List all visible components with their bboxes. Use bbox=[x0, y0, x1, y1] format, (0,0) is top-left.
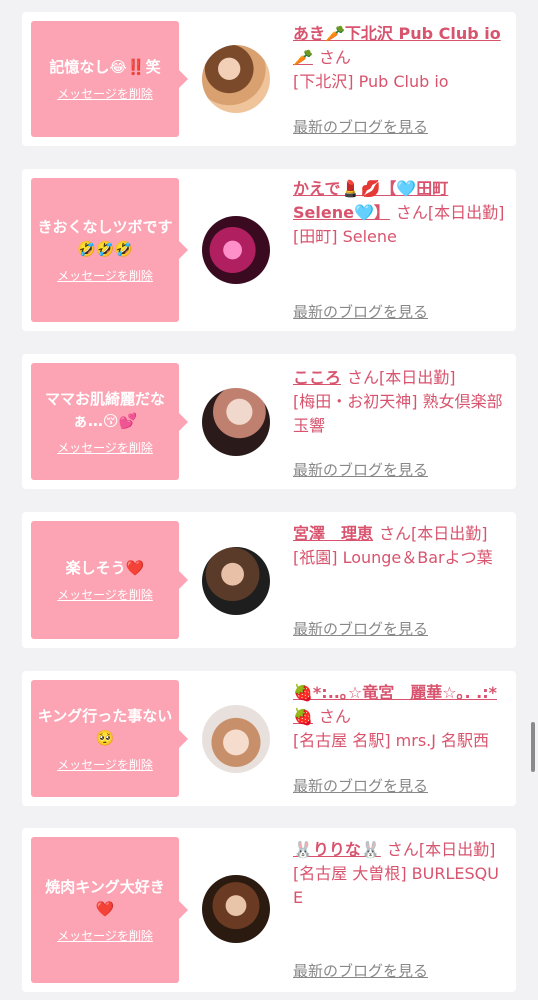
san-label: さん bbox=[347, 368, 380, 387]
latest-blog-link[interactable]: 最新のブログを見る bbox=[293, 301, 428, 322]
message-bubble: きおくなしツボです🤣🤣🤣 メッセージを削除 bbox=[31, 178, 188, 322]
avatar[interactable] bbox=[202, 875, 270, 943]
store-text: [名古屋 大曽根] BURLESQUE bbox=[293, 864, 499, 907]
message-bubble: ママお肌綺麗だなぁ…😚💕 メッセージを削除 bbox=[31, 363, 188, 480]
cast-info: あき🥕下北沢 Pub Club io🥕 さん [下北沢] Pub Club io bbox=[293, 22, 509, 94]
message-bubble: 焼肉キング大好き❤️ メッセージを削除 bbox=[31, 837, 188, 983]
store-text: [名古屋 名駅] mrs.J 名駅西 bbox=[293, 731, 490, 750]
message-text: 記憶なし😂‼️笑 bbox=[49, 58, 161, 76]
san-label: さん bbox=[395, 203, 428, 222]
message-text: ママお肌綺麗だなぁ…😚💕 bbox=[44, 389, 165, 430]
message-text: 楽しそう❤️ bbox=[65, 559, 145, 577]
san-label: さん bbox=[379, 524, 412, 543]
message-card: 記憶なし😂‼️笑 メッセージを削除 あき🥕下北沢 Pub Club io🥕 さん … bbox=[22, 12, 516, 146]
latest-blog-link[interactable]: 最新のブログを見る bbox=[293, 960, 428, 981]
status-text: [本日出勤] bbox=[379, 368, 456, 387]
message-bubble: 楽しそう❤️ メッセージを削除 bbox=[31, 521, 188, 639]
delete-message-link[interactable]: メッセージを削除 bbox=[57, 586, 153, 603]
avatar[interactable] bbox=[202, 547, 270, 615]
san-label: さん bbox=[318, 707, 351, 726]
cast-info: こころ さん[本日出勤] [梅田・お初天神] 熟女倶楽部 玉響 bbox=[293, 366, 509, 438]
message-card: きおくなしツボです🤣🤣🤣 メッセージを削除 かえで💄💋【🩵田町Selene🩵】さ… bbox=[22, 169, 516, 331]
avatar[interactable] bbox=[202, 216, 270, 284]
latest-blog-link[interactable]: 最新のブログを見る bbox=[293, 775, 428, 796]
avatar[interactable] bbox=[202, 45, 270, 113]
cast-name-link[interactable]: こころ bbox=[293, 368, 341, 387]
message-card: 楽しそう❤️ メッセージを削除 宮澤 理恵 さん[本日出勤] [祇園] Loung… bbox=[22, 512, 516, 648]
cast-info: 🐰りりな🐰 さん[本日出勤] [名古屋 大曽根] BURLESQUE bbox=[293, 838, 509, 910]
delete-message-link[interactable]: メッセージを削除 bbox=[57, 439, 153, 456]
message-card: キング行った事ない🥺 メッセージを削除 🍓*:..｡☆竜宮 麗華☆｡. .:*🍓… bbox=[22, 671, 516, 806]
cast-name-link[interactable]: 宮澤 理恵 bbox=[293, 524, 373, 543]
delete-message-link[interactable]: メッセージを削除 bbox=[57, 85, 153, 102]
avatar[interactable] bbox=[202, 388, 270, 456]
san-label: さん bbox=[318, 48, 351, 67]
message-text: きおくなしツボです🤣🤣🤣 bbox=[37, 218, 173, 258]
message-card: 焼肉キング大好き❤️ メッセージを削除 🐰りりな🐰 さん[本日出勤] [名古屋 大… bbox=[22, 828, 516, 992]
latest-blog-link[interactable]: 最新のブログを見る bbox=[293, 459, 428, 480]
message-bubble: キング行った事ない🥺 メッセージを削除 bbox=[31, 680, 188, 797]
delete-message-link[interactable]: メッセージを削除 bbox=[57, 756, 153, 773]
san-label: さん bbox=[386, 840, 419, 859]
status-text: [本日出勤] bbox=[427, 203, 505, 222]
latest-blog-link[interactable]: 最新のブログを見る bbox=[293, 618, 428, 639]
message-text: キング行った事ない🥺 bbox=[37, 706, 173, 747]
cast-name-link[interactable]: 🐰りりな🐰 bbox=[293, 840, 381, 859]
cast-info: 宮澤 理恵 さん[本日出勤] [祇園] Lounge＆Barよつ葉 bbox=[293, 522, 509, 570]
cast-info: 🍓*:..｡☆竜宮 麗華☆｡. .:*🍓 さん [名古屋 名駅] mrs.J 名駅… bbox=[293, 681, 509, 753]
cast-info: かえで💄💋【🩵田町Selene🩵】 さん[本日出勤] [田町] Selene bbox=[293, 177, 509, 249]
delete-message-link[interactable]: メッセージを削除 bbox=[57, 267, 153, 284]
message-text: 焼肉キング大好き❤️ bbox=[45, 878, 165, 918]
latest-blog-link[interactable]: 最新のブログを見る bbox=[293, 116, 428, 137]
status-text: [本日出勤] bbox=[411, 524, 488, 543]
delete-message-link[interactable]: メッセージを削除 bbox=[57, 927, 153, 944]
avatar[interactable] bbox=[202, 705, 270, 773]
store-text: [梅田・お初天神] 熟女倶楽部 玉響 bbox=[293, 392, 503, 435]
message-card: ママお肌綺麗だなぁ…😚💕 メッセージを削除 こころ さん[本日出勤] [梅田・お初… bbox=[22, 354, 516, 489]
status-text: [本日出勤] bbox=[418, 840, 496, 859]
message-bubble: 記憶なし😂‼️笑 メッセージを削除 bbox=[31, 21, 188, 137]
store-text: [田町] Selene bbox=[293, 227, 397, 246]
scrollbar[interactable] bbox=[531, 722, 535, 772]
store-text: [祇園] Lounge＆Barよつ葉 bbox=[293, 548, 493, 567]
store-text: [下北沢] Pub Club io bbox=[293, 72, 449, 91]
